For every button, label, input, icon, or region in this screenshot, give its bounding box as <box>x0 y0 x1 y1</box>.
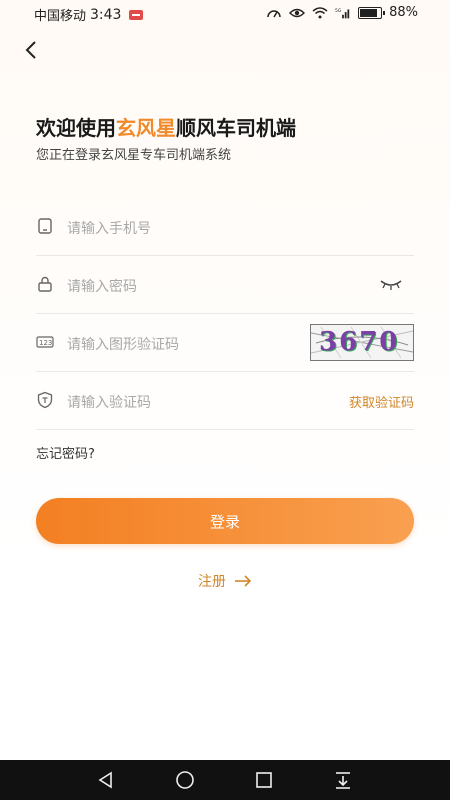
phone-icon <box>38 218 52 234</box>
lock-icon <box>38 276 52 292</box>
password-input[interactable]: 请输入密码 <box>67 276 137 296</box>
clock: 3:43 <box>90 6 122 23</box>
captcha-text: 3670 <box>319 327 400 357</box>
wifi-icon <box>312 6 328 18</box>
battery-icon <box>358 6 386 19</box>
shield-icon <box>37 391 53 409</box>
notification-pull-icon[interactable] <box>333 770 353 790</box>
status-right: 5G 88% <box>266 5 418 20</box>
5g-signal-icon: 5G <box>335 8 350 18</box>
carrier-label: 中国移动 <box>34 9 87 24</box>
captcha-image[interactable]: 3670 <box>310 324 414 361</box>
battery-percent: 88% <box>389 5 418 20</box>
system-nav-bar <box>0 760 450 800</box>
status-bar: 中国移动 3:43 5G 88% <box>0 0 450 26</box>
eye-closed-icon[interactable] <box>380 278 402 290</box>
forgot-password-link[interactable]: 忘记密码? <box>36 443 95 462</box>
sms-code-field[interactable]: 请输入验证码 获取验证码 <box>36 372 414 430</box>
recent-square-icon[interactable] <box>254 770 274 790</box>
register-label: 注册 <box>198 574 226 590</box>
brand-name: 玄风星 <box>116 116 176 140</box>
svg-text:5G: 5G <box>335 8 342 14</box>
notification-badge-icon <box>129 9 144 20</box>
password-field[interactable]: 请输入密码 <box>36 256 414 314</box>
captcha-input[interactable]: 请输入图形验证码 <box>67 334 179 354</box>
welcome-suffix: 顺风车司机端 <box>176 116 296 140</box>
eye-icon <box>289 8 306 17</box>
login-button[interactable]: 登录 <box>36 498 414 544</box>
chevron-left-icon[interactable] <box>20 38 44 62</box>
phone-input[interactable]: 请输入手机号 <box>67 218 151 238</box>
register-link[interactable]: 注册 <box>198 571 252 591</box>
sms-code-input[interactable]: 请输入验证码 <box>67 392 151 412</box>
svg-text:123: 123 <box>39 339 52 347</box>
welcome-prefix: 欢迎使用 <box>36 116 116 140</box>
status-left: 中国移动 3:43 <box>34 5 144 24</box>
back-triangle-icon[interactable] <box>96 770 116 790</box>
phone-field[interactable]: 请输入手机号 <box>36 198 414 256</box>
arrow-right-icon <box>235 575 252 587</box>
captcha-field[interactable]: 123 请输入图形验证码 3670 <box>36 314 414 372</box>
speed-icon <box>267 9 281 17</box>
get-code-button[interactable]: 获取验证码 <box>349 392 414 411</box>
login-button-label: 登录 <box>209 512 240 531</box>
numeric-code-icon: 123 <box>36 336 54 348</box>
home-circle-icon[interactable] <box>175 770 195 790</box>
welcome-subtitle: 您正在登录玄风星专车司机端系统 <box>36 148 232 163</box>
welcome-title: 欢迎使用玄风星顺风车司机端 <box>36 112 296 141</box>
